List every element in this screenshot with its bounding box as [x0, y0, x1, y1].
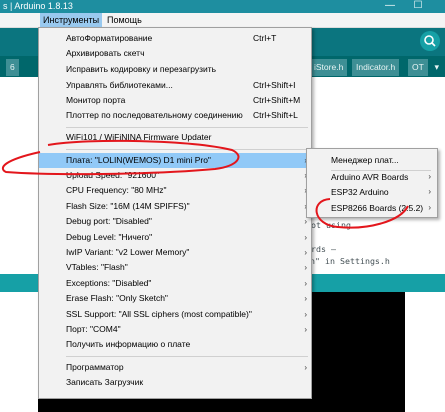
menu-item-label: Управлять библиотеками...: [66, 80, 173, 90]
menu-item-label: Exceptions: "Disabled": [66, 278, 152, 288]
maximize-button[interactable]: ☐: [408, 0, 428, 13]
submenu-item-label: ESP8266 Boards (2.5.2): [331, 203, 424, 213]
board-submenu: Менеджер плат... Arduino AVR Boards › ES…: [306, 148, 438, 218]
menu-tools[interactable]: Инструменты: [40, 13, 103, 27]
menu-item-label: WiFi101 / WiFiNINA Firmware Updater: [66, 132, 212, 142]
tab-ot[interactable]: OT: [408, 59, 428, 76]
submenu-item-avr-boards[interactable]: Arduino AVR Boards ›: [307, 169, 437, 185]
menu-item-label: Upload Speed: "921600": [66, 170, 159, 180]
magnifier-icon: [424, 35, 436, 47]
menu-item-shortcut: Ctrl+T: [253, 33, 277, 43]
menu-item-fix-encoding[interactable]: Исправить кодировку и перезагрузить: [39, 62, 311, 77]
serial-monitor-button[interactable]: [420, 31, 440, 51]
menu-bar: Инструменты Помощь: [0, 13, 445, 28]
code-line: not using: [306, 220, 351, 230]
window-title: s | Arduino 1.8.13: [3, 1, 73, 11]
menu-item-label: IwIP Variant: "v2 Lower Memory": [66, 247, 190, 257]
menu-item-label: Порт: "COM4": [66, 324, 121, 334]
tab-indicator[interactable]: Indicator.h: [352, 59, 400, 76]
menu-item-label: Программатор: [66, 362, 124, 372]
menu-item-exceptions[interactable]: Exceptions: "Disabled" ›: [39, 276, 311, 291]
submenu-arrow-icon: ›: [304, 263, 307, 272]
menu-item-erase-flash[interactable]: Erase Flash: "Only Sketch" ›: [39, 291, 311, 306]
menu-item-ssl-support[interactable]: SSL Support: "All SSL ciphers (most comp…: [39, 307, 311, 322]
menu-item-debug-port[interactable]: Debug port: "Disabled" ›: [39, 214, 311, 229]
submenu-item-boards-manager[interactable]: Менеджер плат...: [307, 152, 437, 168]
submenu-arrow-icon: ›: [304, 233, 307, 242]
submenu-item-esp32-arduino[interactable]: ESP32 Arduino ›: [307, 184, 437, 200]
menu-separator: [66, 356, 308, 357]
menu-item-vtables[interactable]: VTables: "Flash" ›: [39, 260, 311, 275]
tools-menu: АвтоФорматирование Ctrl+T Архивировать с…: [38, 27, 312, 399]
submenu-arrow-icon: ›: [304, 294, 307, 303]
menu-separator: [66, 127, 308, 128]
menu-item-label: Плоттер по последовательному соединению: [66, 110, 243, 120]
submenu-arrow-icon: ›: [304, 325, 307, 334]
menu-item-label: VTables: "Flash": [66, 262, 128, 272]
background-right: [405, 292, 445, 412]
menu-item-label: АвтоФорматирование: [66, 33, 153, 43]
menu-item-archive-sketch[interactable]: Архивировать скетч: [39, 46, 311, 61]
menu-item-label: Debug port: "Disabled": [66, 216, 152, 226]
menu-item-label: SSL Support: "All SSL ciphers (most comp…: [66, 309, 252, 319]
menu-item-label: Монитор порта: [66, 95, 126, 105]
menu-item-shortcut: Ctrl+Shift+I: [253, 80, 296, 90]
submenu-item-label: Менеджер плат...: [331, 155, 399, 165]
submenu-arrow-icon: ›: [304, 363, 307, 372]
tab-left-marker[interactable]: 6: [6, 59, 19, 76]
menu-item-label: Erase Flash: "Only Sketch": [66, 293, 168, 303]
submenu-item-esp8266-boards[interactable]: ESP8266 Boards (2.5.2) ›: [307, 200, 437, 216]
menu-item-label: Flash Size: "16M (14M SPIFFS)": [66, 201, 190, 211]
menu-item-debug-level[interactable]: Debug Level: "Ничего" ›: [39, 230, 311, 245]
menu-item-shortcut: Ctrl+Shift+L: [253, 110, 298, 120]
menu-separator: [66, 149, 308, 150]
menu-item-board[interactable]: Плата: "LOLIN(WEMOS) D1 mini Pro" ›: [39, 153, 311, 168]
menu-item-lwip-variant[interactable]: IwIP Variant: "v2 Lower Memory" ›: [39, 245, 311, 260]
menu-item-wifi-updater[interactable]: WiFi101 / WiFiNINA Firmware Updater: [39, 130, 311, 145]
menu-item-port[interactable]: Порт: "COM4" ›: [39, 322, 311, 337]
submenu-item-label: Arduino AVR Boards: [331, 172, 409, 182]
menu-item-label: CPU Frequency: "80 MHz": [66, 185, 167, 195]
submenu-arrow-icon: ›: [304, 279, 307, 288]
tabs-menu-arrow[interactable]: ▾: [434, 59, 439, 76]
menu-item-flash-size[interactable]: Flash Size: "16M (14M SPIFFS)" ›: [39, 199, 311, 214]
menu-item-programmer[interactable]: Программатор ›: [39, 360, 311, 375]
submenu-arrow-icon: ›: [304, 248, 307, 257]
submenu-arrow-icon: ›: [304, 310, 307, 319]
menu-item-serial-monitor[interactable]: Монитор порта Ctrl+Shift+M: [39, 93, 311, 108]
minimize-button[interactable]: —: [380, 0, 400, 13]
menu-item-label: Архивировать скетч: [66, 48, 145, 58]
menu-item-manage-libraries[interactable]: Управлять библиотеками... Ctrl+Shift+I: [39, 78, 311, 93]
menu-help[interactable]: Помощь: [104, 13, 145, 27]
menu-item-label: Плата: "LOLIN(WEMOS) D1 mini Pro": [66, 155, 211, 165]
menu-item-label: Debug Level: "Ничего": [66, 232, 153, 242]
background-left: [0, 292, 38, 412]
submenu-arrow-icon: ›: [428, 172, 431, 181]
menu-item-serial-plotter[interactable]: Плоттер по последовательному соединению …: [39, 108, 311, 123]
menu-item-autoformat[interactable]: АвтоФорматирование Ctrl+T: [39, 31, 311, 46]
menu-item-upload-speed[interactable]: Upload Speed: "921600" ›: [39, 168, 311, 183]
menu-item-board-info[interactable]: Получить информацию о плате: [39, 337, 311, 352]
submenu-arrow-icon: ›: [428, 187, 431, 196]
menu-item-cpu-frequency[interactable]: CPU Frequency: "80 MHz" ›: [39, 183, 311, 198]
submenu-arrow-icon: ›: [428, 203, 431, 212]
menu-item-shortcut: Ctrl+Shift+M: [253, 95, 301, 105]
menu-item-label: Исправить кодировку и перезагрузить: [66, 64, 217, 74]
tab-istore[interactable]: iStore.h: [310, 59, 348, 76]
menu-item-burn-bootloader[interactable]: Записать Загрузчик: [39, 375, 311, 390]
code-line: n" in Settings.h: [310, 256, 390, 266]
title-bar: s | Arduino 1.8.13 — ☐: [0, 0, 445, 13]
submenu-item-label: ESP32 Arduino: [331, 187, 389, 197]
menu-item-label: Получить информацию о плате: [66, 339, 191, 349]
menu-item-label: Записать Загрузчик: [66, 377, 144, 387]
